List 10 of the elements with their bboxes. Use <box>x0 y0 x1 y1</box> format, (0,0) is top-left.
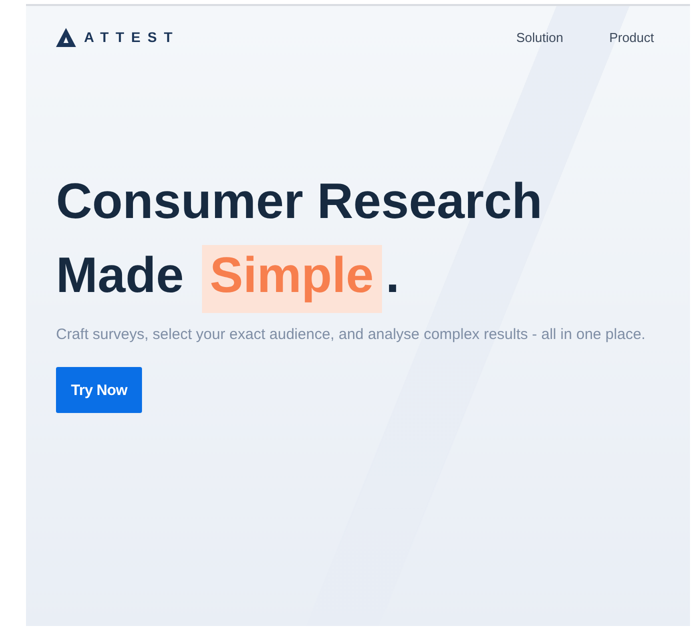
headline-text: Made <box>56 247 184 303</box>
subtitle: Craft surveys, select your exact audience, and analyse complex results - all in one place. <box>56 326 646 343</box>
nav-link[interactable]: Product <box>609 30 654 44</box>
highlighted-word: Simple <box>202 245 382 313</box>
headline-text: Consumer Research <box>56 173 542 229</box>
logo-text: ATTEST <box>84 29 180 45</box>
nav-link[interactable]: Solution <box>516 30 564 44</box>
try-now-button[interactable]: Try Now <box>56 367 142 413</box>
logo-icon <box>56 28 76 46</box>
headline-text: . <box>386 247 400 303</box>
